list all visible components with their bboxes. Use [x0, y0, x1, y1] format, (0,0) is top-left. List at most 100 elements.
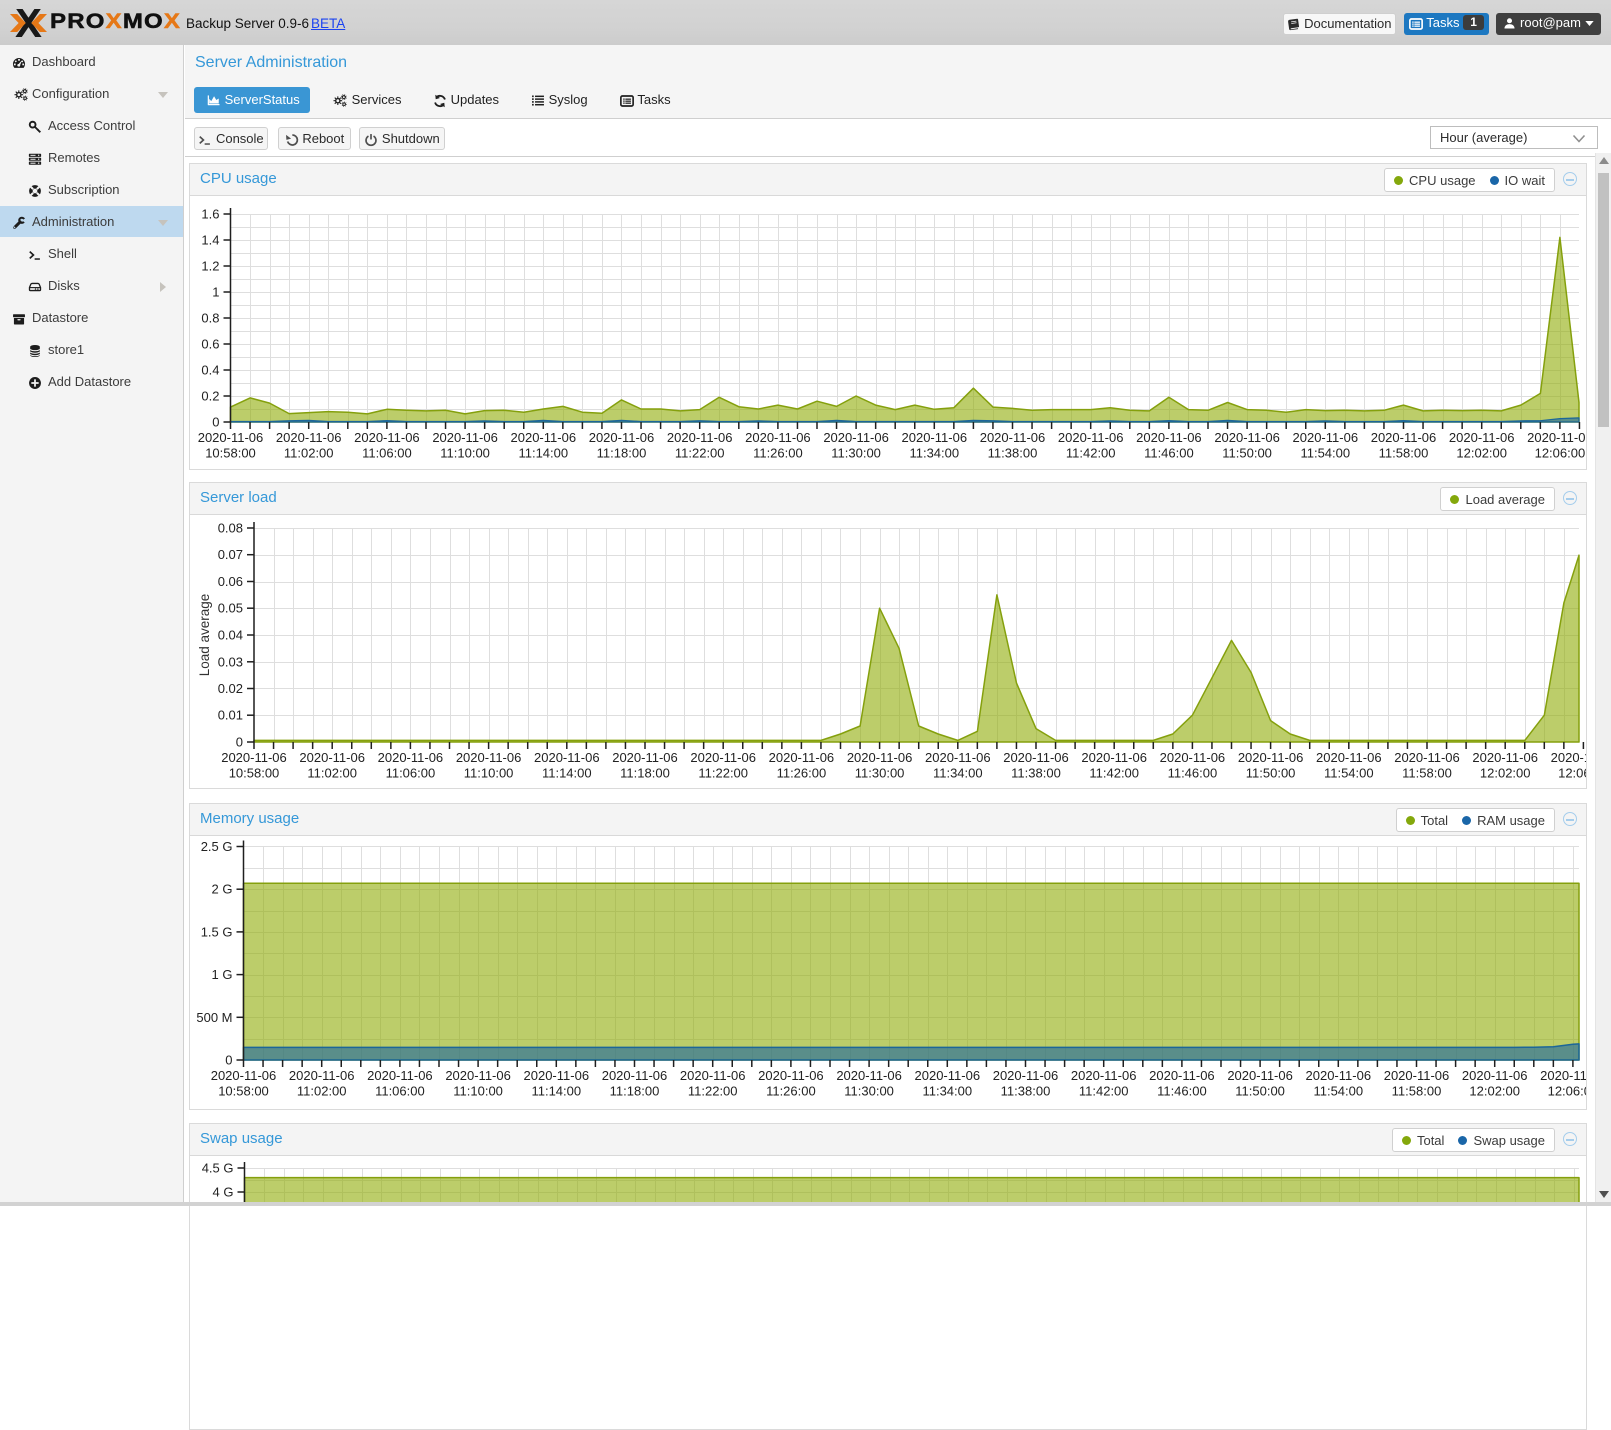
svg-text:2020-11-06: 2020-11-06 — [902, 430, 968, 445]
svg-text:0.08: 0.08 — [218, 521, 243, 536]
svg-text:4 G: 4 G — [213, 1185, 234, 1200]
svg-text:11:18:00: 11:18:00 — [597, 446, 647, 461]
svg-text:11:14:00: 11:14:00 — [542, 766, 592, 781]
svg-text:12:06:00: 12:06:00 — [1558, 766, 1586, 781]
svg-text:2020-11-06: 2020-11-06 — [1449, 430, 1515, 445]
svg-text:11:26:00: 11:26:00 — [766, 1084, 816, 1099]
svg-text:2020-11-06: 2020-11-06 — [915, 1068, 981, 1083]
svg-text:11:50:00: 11:50:00 — [1246, 766, 1296, 781]
svg-text:2020-11-06: 2020-11-06 — [758, 1068, 824, 1083]
svg-text:11:46:00: 11:46:00 — [1157, 1084, 1207, 1099]
svg-text:0.06: 0.06 — [218, 574, 243, 589]
svg-text:2020-11-06: 2020-11-06 — [511, 430, 577, 445]
svg-text:0.02: 0.02 — [218, 681, 243, 696]
svg-text:2020-11-06: 2020-11-06 — [445, 1068, 511, 1083]
svg-text:2020-11-06: 2020-11-06 — [289, 1068, 355, 1083]
svg-text:2020-11-06: 2020-11-06 — [690, 750, 756, 765]
svg-text:11:42:00: 11:42:00 — [1066, 446, 1116, 461]
svg-text:11:54:00: 11:54:00 — [1300, 446, 1350, 461]
svg-text:0.07: 0.07 — [218, 547, 243, 562]
svg-text:Load average: Load average — [197, 594, 212, 677]
svg-text:0.01: 0.01 — [218, 708, 243, 723]
svg-text:2020-11-06: 2020-11-06 — [1371, 430, 1437, 445]
svg-text:4.5 G: 4.5 G — [202, 1161, 234, 1176]
svg-text:11:18:00: 11:18:00 — [620, 766, 670, 781]
svg-text:11:30:00: 11:30:00 — [844, 1084, 894, 1099]
svg-text:2020-11-06: 2020-11-06 — [1058, 430, 1124, 445]
svg-text:2020-11-06: 2020-11-06 — [299, 750, 365, 765]
svg-text:0: 0 — [225, 1053, 232, 1068]
svg-text:11:42:00: 11:42:00 — [1089, 766, 1139, 781]
svg-text:1 G: 1 G — [212, 967, 233, 982]
svg-text:2020-11-06: 2020-11-06 — [1540, 1068, 1586, 1083]
svg-text:11:10:00: 11:10:00 — [440, 446, 490, 461]
svg-text:11:58:00: 11:58:00 — [1402, 766, 1452, 781]
svg-text:2020-11-06: 2020-11-06 — [1238, 750, 1304, 765]
svg-text:2020-11-06: 2020-11-06 — [1384, 1068, 1450, 1083]
svg-text:11:50:00: 11:50:00 — [1222, 446, 1272, 461]
svg-text:2020-11-06: 2020-11-06 — [1527, 430, 1586, 445]
svg-text:2020-11-06: 2020-11-06 — [823, 430, 889, 445]
svg-text:2020-11-06: 2020-11-06 — [589, 430, 655, 445]
svg-text:12:06:00: 12:06:00 — [1548, 1084, 1586, 1099]
svg-text:2020-11-06: 2020-11-06 — [1306, 1068, 1372, 1083]
svg-text:11:46:00: 11:46:00 — [1168, 766, 1218, 781]
svg-text:11:38:00: 11:38:00 — [1001, 1084, 1051, 1099]
svg-text:2020-11-06: 2020-11-06 — [1316, 750, 1382, 765]
svg-text:11:26:00: 11:26:00 — [753, 446, 803, 461]
svg-text:2020-11-06: 2020-11-06 — [432, 430, 498, 445]
svg-text:11:58:00: 11:58:00 — [1379, 446, 1429, 461]
svg-text:0: 0 — [236, 735, 243, 750]
svg-text:11:22:00: 11:22:00 — [688, 1084, 738, 1099]
svg-text:11:22:00: 11:22:00 — [698, 766, 748, 781]
svg-text:11:06:00: 11:06:00 — [386, 766, 436, 781]
svg-text:11:38:00: 11:38:00 — [988, 446, 1038, 461]
svg-text:10:58:00: 10:58:00 — [229, 766, 280, 781]
svg-text:0.04: 0.04 — [218, 628, 243, 643]
svg-text:2020-11-06: 2020-11-06 — [1214, 430, 1280, 445]
svg-text:0.8: 0.8 — [201, 311, 219, 326]
svg-text:0.4: 0.4 — [201, 363, 219, 378]
svg-text:11:30:00: 11:30:00 — [831, 446, 881, 461]
svg-text:10:58:00: 10:58:00 — [218, 1084, 269, 1099]
svg-text:11:38:00: 11:38:00 — [1011, 766, 1061, 781]
svg-text:11:54:00: 11:54:00 — [1324, 766, 1374, 781]
svg-text:2020-11-06: 2020-11-06 — [198, 430, 264, 445]
svg-text:2 G: 2 G — [212, 882, 233, 897]
svg-text:11:26:00: 11:26:00 — [777, 766, 827, 781]
svg-text:2020-11-06: 2020-11-06 — [1081, 750, 1147, 765]
svg-text:2020-11-06: 2020-11-06 — [680, 1068, 746, 1083]
svg-text:10:58:00: 10:58:00 — [205, 446, 256, 461]
svg-text:11:02:00: 11:02:00 — [297, 1084, 347, 1099]
svg-text:11:06:00: 11:06:00 — [375, 1084, 425, 1099]
svg-text:11:34:00: 11:34:00 — [933, 766, 983, 781]
svg-text:11:50:00: 11:50:00 — [1235, 1084, 1285, 1099]
svg-text:2020-11-06: 2020-11-06 — [925, 750, 991, 765]
svg-text:0.2: 0.2 — [201, 389, 219, 404]
svg-text:12:06:00: 12:06:00 — [1535, 446, 1586, 461]
svg-text:12:02:00: 12:02:00 — [1480, 766, 1531, 781]
svg-text:11:18:00: 11:18:00 — [610, 1084, 660, 1099]
svg-text:2020-11-06: 2020-11-06 — [993, 1068, 1059, 1083]
svg-text:2020-11-06: 2020-11-06 — [367, 1068, 433, 1083]
svg-text:2020-11-06: 2020-11-06 — [456, 750, 522, 765]
svg-text:11:10:00: 11:10:00 — [464, 766, 514, 781]
svg-text:11:34:00: 11:34:00 — [922, 1084, 972, 1099]
svg-text:2020-11-06: 2020-11-06 — [1149, 1068, 1215, 1083]
svg-text:11:10:00: 11:10:00 — [453, 1084, 503, 1099]
svg-text:11:14:00: 11:14:00 — [531, 1084, 581, 1099]
svg-text:1.2: 1.2 — [201, 259, 219, 274]
svg-text:2020-11-06: 2020-11-06 — [1136, 430, 1202, 445]
svg-text:2020-11-06: 2020-11-06 — [1551, 750, 1586, 765]
svg-text:2020-11-06: 2020-11-06 — [1293, 430, 1359, 445]
svg-text:2020-11-06: 2020-11-06 — [769, 750, 835, 765]
svg-text:11:02:00: 11:02:00 — [284, 446, 334, 461]
svg-text:1: 1 — [212, 285, 219, 300]
svg-text:11:46:00: 11:46:00 — [1144, 446, 1194, 461]
svg-text:2020-11-06: 2020-11-06 — [378, 750, 444, 765]
svg-text:11:02:00: 11:02:00 — [307, 766, 357, 781]
svg-text:11:58:00: 11:58:00 — [1392, 1084, 1442, 1099]
svg-text:2.5 G: 2.5 G — [201, 839, 233, 854]
svg-text:2020-11-06: 2020-11-06 — [211, 1068, 277, 1083]
svg-text:11:30:00: 11:30:00 — [855, 766, 905, 781]
